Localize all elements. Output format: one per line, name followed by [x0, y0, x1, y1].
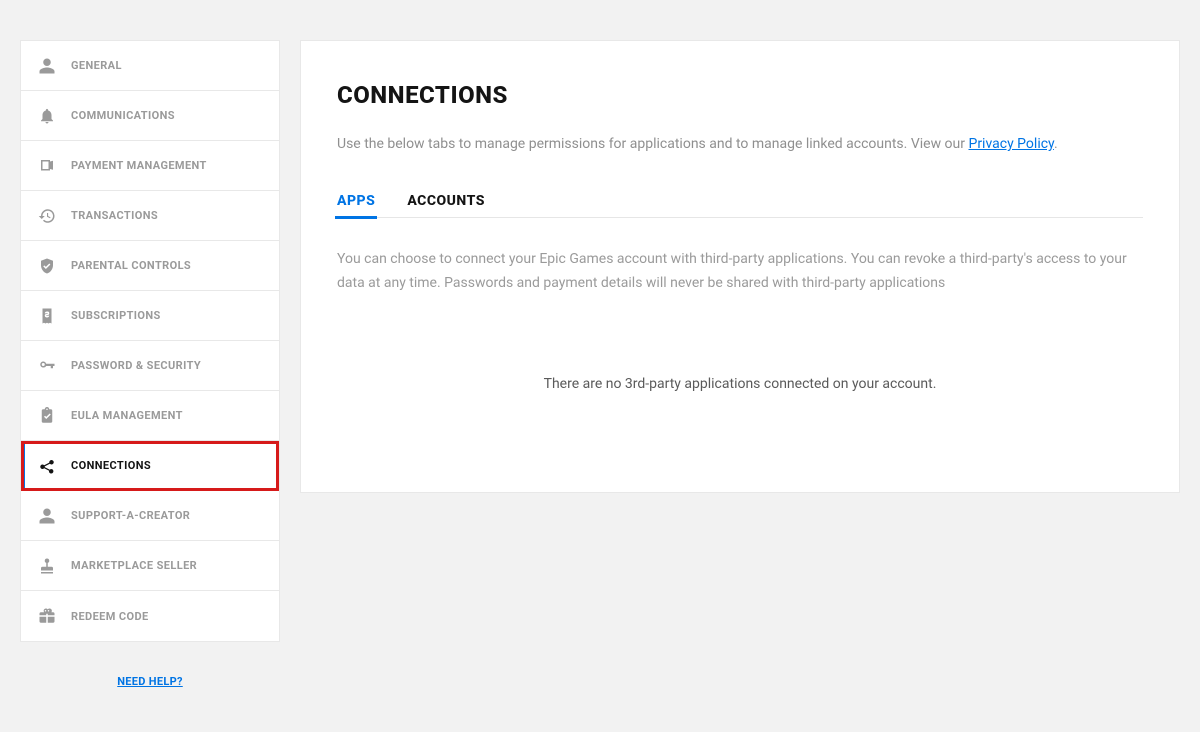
sidebar-item-password-security[interactable]: PASSWORD & SECURITY	[21, 341, 279, 391]
shield-check-icon	[37, 256, 57, 276]
sidebar-item-communications[interactable]: COMMUNICATIONS	[21, 91, 279, 141]
sidebar-item-label: EULA MANAGEMENT	[71, 409, 183, 422]
sidebar-item-label: GENERAL	[71, 59, 122, 72]
history-icon	[37, 206, 57, 226]
description-suffix: .	[1054, 136, 1058, 152]
sidebar-item-label: PASSWORD & SECURITY	[71, 359, 201, 372]
description-prefix: Use the below tabs to manage permissions…	[337, 136, 968, 152]
sidebar-item-redeem-code[interactable]: REDEEM CODE	[21, 591, 279, 641]
sidebar-item-parental-controls[interactable]: PARENTAL CONTROLS	[21, 241, 279, 291]
sidebar-item-marketplace-seller[interactable]: MARKETPLACE SELLER	[21, 541, 279, 591]
sidebar-item-label: REDEEM CODE	[71, 610, 149, 623]
clipboard-check-icon	[37, 406, 57, 426]
sidebar-item-label: CONNECTIONS	[71, 459, 151, 472]
key-icon	[37, 356, 57, 376]
sidebar-item-label: PARENTAL CONTROLS	[71, 259, 191, 272]
sidebar-item-general[interactable]: GENERAL	[21, 41, 279, 91]
sidebar-item-label: SUPPORT-A-CREATOR	[71, 509, 190, 522]
sidebar-item-label: PAYMENT MANAGEMENT	[71, 159, 207, 172]
main-panel: CONNECTIONS Use the below tabs to manage…	[300, 40, 1180, 493]
sidebar-item-label: MARKETPLACE SELLER	[71, 559, 197, 572]
person-icon	[37, 506, 57, 526]
gift-icon	[37, 606, 57, 626]
sidebar-item-support-a-creator[interactable]: SUPPORT-A-CREATOR	[21, 491, 279, 541]
sidebar-item-transactions[interactable]: TRANSACTIONS	[21, 191, 279, 241]
empty-state-message: There are no 3rd-party applications conn…	[337, 356, 1143, 432]
need-help-link[interactable]: NEED HELP?	[117, 675, 183, 688]
need-help-container: NEED HELP?	[20, 642, 280, 701]
sidebar-item-connections[interactable]: CONNECTIONS	[21, 441, 279, 491]
tab-description: You can choose to connect your Epic Game…	[337, 248, 1143, 296]
share-icon	[37, 456, 57, 476]
tab-accounts[interactable]: ACCOUNTS	[407, 185, 485, 217]
person-icon	[37, 56, 57, 76]
tab-apps[interactable]: APPS	[337, 185, 375, 217]
page-description: Use the below tabs to manage permissions…	[337, 133, 1143, 155]
sidebar: GENERAL COMMUNICATIONS PAYMENT MANAGEMEN…	[20, 40, 280, 642]
sidebar-item-payment-management[interactable]: PAYMENT MANAGEMENT	[21, 141, 279, 191]
stamp-icon	[37, 556, 57, 576]
bell-icon	[37, 106, 57, 126]
sidebar-item-subscriptions[interactable]: SUBSCRIPTIONS	[21, 291, 279, 341]
sidebar-item-label: TRANSACTIONS	[71, 209, 158, 222]
tabs: APPS ACCOUNTS	[337, 185, 1143, 218]
privacy-policy-link[interactable]: Privacy Policy	[968, 136, 1053, 152]
sidebar-item-eula-management[interactable]: EULA MANAGEMENT	[21, 391, 279, 441]
page-title: CONNECTIONS	[337, 81, 1143, 109]
sidebar-item-label: COMMUNICATIONS	[71, 109, 175, 122]
sidebar-item-label: SUBSCRIPTIONS	[71, 309, 161, 322]
receipt-icon	[37, 306, 57, 326]
card-icon	[37, 156, 57, 176]
